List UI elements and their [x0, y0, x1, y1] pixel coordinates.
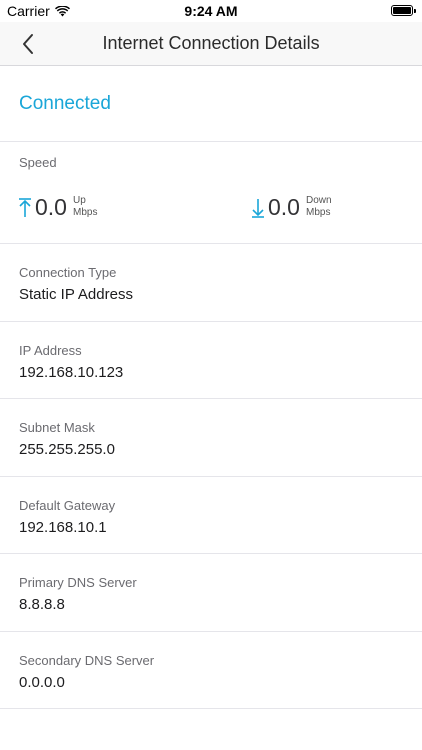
subnet-mask-value: 255.255.255.0 [19, 441, 115, 458]
subnet-mask-row: Subnet Mask 255.255.255.0 [0, 399, 422, 477]
default-gateway-row: Default Gateway 192.168.10.1 [0, 477, 422, 554]
connection-type-row: Connection Type Static IP Address [0, 244, 422, 322]
upload-unit-label: Mbps [72, 206, 98, 218]
default-gateway-label: Default Gateway [19, 497, 116, 513]
speed-section: Speed 0.0 Up Mbps 0.0 Down Mbps [0, 142, 422, 244]
download-speed: 0.0 Down Mbps [250, 194, 332, 221]
page-title: Internet Connection Details [102, 33, 320, 53]
status-bar: Carrier 9:24 AM [0, 0, 422, 22]
speed-label: Speed [19, 155, 57, 170]
details-list: Connected Speed 0.0 Up Mbps 0.0 Down Mbp… [0, 66, 422, 709]
upload-speed-unit: Up Mbps [73, 195, 97, 219]
download-direction-label: Down [305, 194, 332, 206]
status-time: 9:24 AM [184, 3, 238, 19]
back-button[interactable] [14, 30, 42, 58]
download-speed-value: 0.0 [268, 194, 300, 220]
battery-tip [414, 9, 416, 13]
upload-arrow-icon [19, 197, 31, 217]
ip-address-value: 192.168.10.123 [19, 363, 124, 381]
download-speed-unit: Down Mbps [306, 195, 332, 219]
battery-icon [391, 5, 413, 16]
ip-address-label: IP Address [19, 342, 82, 358]
battery-fill [393, 7, 411, 14]
upload-speed-value: 0.0 [35, 194, 67, 220]
secondary-dns-label: Secondary DNS Server [19, 652, 155, 668]
primary-dns-label: Primary DNS Server [19, 575, 137, 590]
upload-speed: 0.0 Up Mbps [17, 194, 97, 221]
connection-type-value: Static IP Address [19, 286, 133, 303]
primary-dns-value: 8.8.8.8 [19, 596, 65, 613]
connection-status-text: Connected [19, 93, 111, 114]
navigation-bar: Internet Connection Details [0, 22, 422, 66]
secondary-dns-row: Secondary DNS Server 0.0.0.0 [0, 632, 422, 709]
primary-dns-row: Primary DNS Server 8.8.8.8 [0, 554, 422, 632]
download-unit-label: Mbps [305, 206, 331, 218]
connection-type-label: Connection Type [19, 265, 117, 280]
subnet-mask-label: Subnet Mask [19, 420, 95, 435]
download-arrow-icon [252, 198, 264, 218]
upload-direction-label: Up [72, 194, 86, 206]
chevron-left-icon [23, 34, 33, 54]
connection-status-section: Connected [0, 66, 422, 142]
ip-address-row: IP Address 192.168.10.123 [0, 322, 422, 399]
secondary-dns-value: 0.0.0.0 [19, 673, 65, 691]
default-gateway-value: 192.168.10.1 [19, 518, 107, 536]
